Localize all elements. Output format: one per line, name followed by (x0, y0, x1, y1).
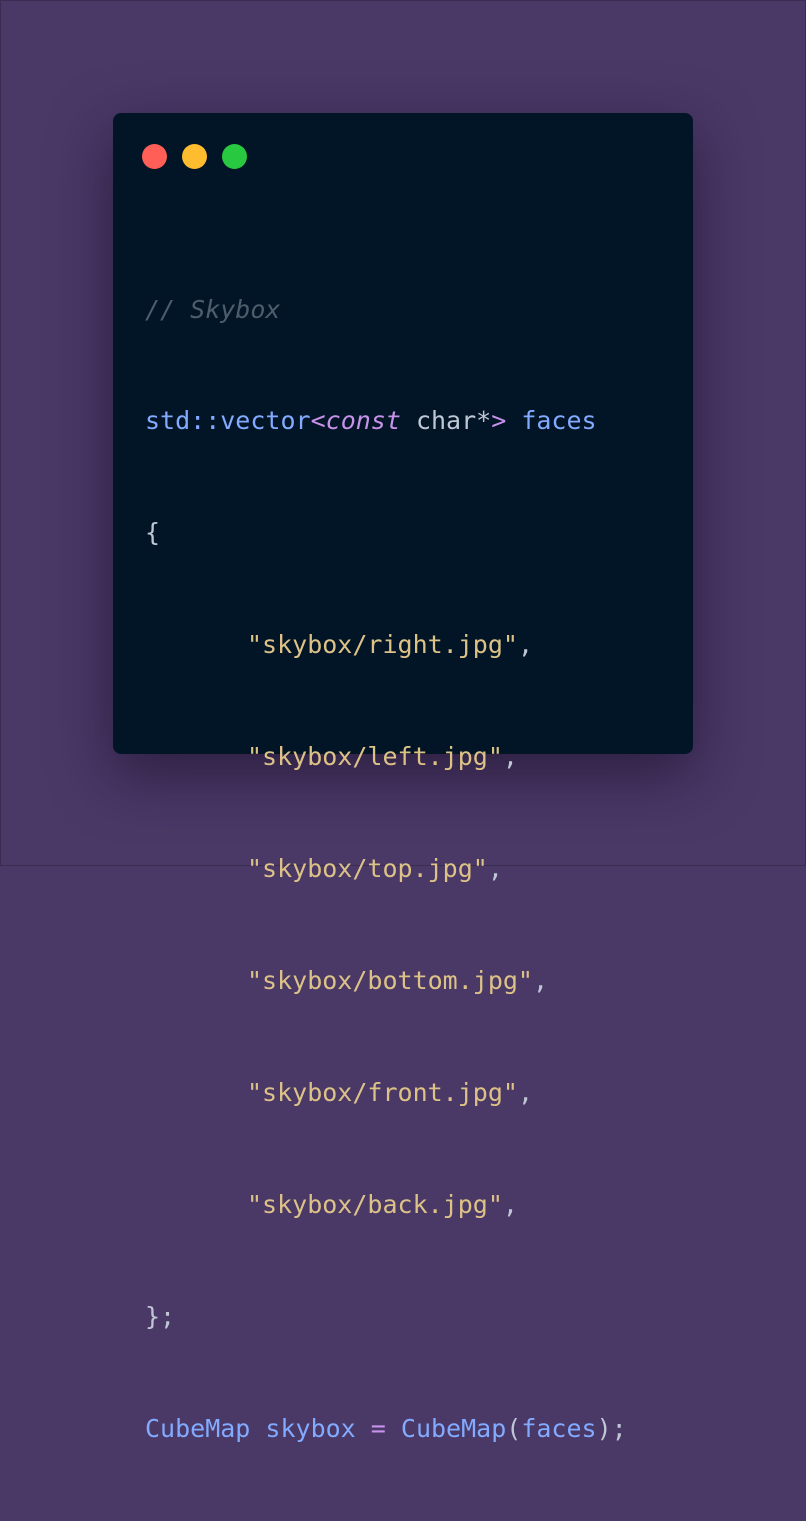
paren-open: ( (506, 1413, 522, 1443)
comma: , (502, 1189, 518, 1219)
template-open: < (310, 406, 326, 436)
window-controls (142, 144, 247, 169)
comma: , (517, 630, 533, 660)
string-literal: "skybox/back.jpg" (247, 1189, 503, 1219)
string-literal: "skybox/front.jpg" (247, 1077, 518, 1107)
cubemap-constructor: CubeMap (385, 1413, 507, 1443)
comma: , (532, 965, 549, 995)
assign-operator: = (370, 1413, 386, 1443)
code-line-declaration: std::vector<const char*> faces (145, 402, 627, 439)
template-close: > (491, 406, 507, 436)
code-line-close-brace: }; (145, 1298, 627, 1335)
cubemap-type: CubeMap (145, 1413, 251, 1443)
code-block: // Skybox std::vector<const char*> faces… (145, 216, 627, 1521)
comma: , (517, 1077, 533, 1107)
faces-variable: faces (506, 406, 597, 436)
code-line-string: "skybox/bottom.jpg", (145, 962, 627, 999)
const-keyword: const (325, 406, 401, 436)
comma: , (487, 854, 503, 884)
code-line-string: "skybox/right.jpg", (145, 626, 627, 663)
code-line-string: "skybox/left.jpg", (145, 738, 627, 775)
string-literal: "skybox/left.jpg" (247, 742, 503, 772)
comment: // Skybox (145, 294, 281, 324)
code-line-string: "skybox/top.jpg", (145, 850, 627, 887)
minimize-dot-icon[interactable] (182, 144, 207, 169)
comma: , (502, 742, 518, 772)
string-literal: "skybox/bottom.jpg" (247, 965, 533, 995)
string-literal: "skybox/top.jpg" (247, 854, 488, 884)
code-window: // Skybox std::vector<const char*> faces… (113, 113, 693, 1443)
code-line-open-brace: { (145, 514, 627, 551)
vector-type: std::vector (145, 406, 311, 436)
open-brace: { (145, 518, 161, 548)
string-literal: "skybox/right.jpg" (247, 630, 518, 660)
code-line-string: "skybox/back.jpg", (145, 1186, 627, 1223)
close-brace: }; (145, 1301, 176, 1331)
code-line-comment: // Skybox (145, 291, 627, 328)
constructor-argument: faces (521, 1413, 597, 1443)
close-dot-icon[interactable] (142, 144, 167, 169)
char-type: char* (400, 406, 492, 436)
code-line-cubemap: CubeMap skybox = CubeMap(faces); (145, 1410, 627, 1447)
paren-close: ); (596, 1413, 627, 1443)
skybox-variable: skybox (250, 1413, 371, 1443)
maximize-dot-icon[interactable] (222, 144, 247, 169)
code-line-string: "skybox/front.jpg", (145, 1074, 627, 1111)
